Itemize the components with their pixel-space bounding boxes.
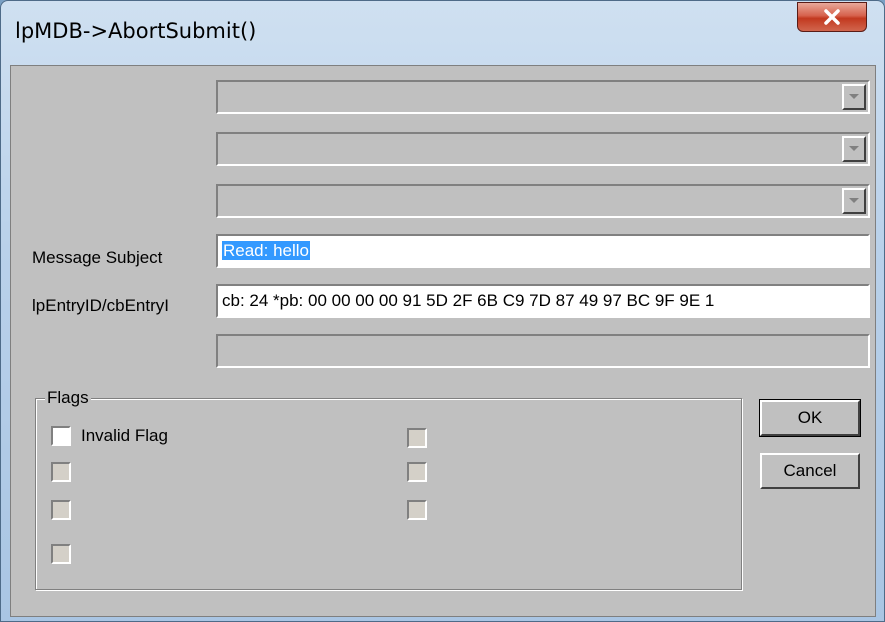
chevron-down-icon: [849, 146, 859, 151]
dropdown-arrow-button[interactable]: [842, 84, 866, 110]
entryid-field[interactable]: cb: 24 *pb: 00 00 00 00 91 5D 2F 6B C9 7…: [216, 284, 870, 318]
message-subject-field[interactable]: Read: hello: [216, 234, 870, 268]
close-icon: [824, 9, 840, 25]
dropdown-arrow-button[interactable]: [842, 188, 866, 214]
flag-checkbox-invalid[interactable]: [51, 426, 71, 446]
extra-field[interactable]: [216, 334, 870, 368]
chevron-down-icon: [849, 198, 859, 203]
dialog-window: lpMDB->AbortSubmit() Message Subject Rea…: [0, 0, 885, 622]
combo-box-2[interactable]: [216, 132, 870, 166]
close-button[interactable]: [797, 2, 867, 32]
flag-checkbox[interactable]: [407, 428, 427, 448]
window-title: lpMDB->AbortSubmit(): [15, 19, 257, 43]
entryid-label: lpEntryID/cbEntryI: [32, 296, 169, 315]
chevron-down-icon: [849, 94, 859, 99]
flag-checkbox[interactable]: [407, 500, 427, 520]
combo-box-1[interactable]: [216, 80, 870, 114]
combo-box-3[interactable]: [216, 184, 870, 218]
flag-checkbox[interactable]: [51, 500, 71, 520]
message-subject-label: Message Subject: [32, 248, 163, 267]
flags-legend: Flags: [45, 388, 91, 408]
message-subject-value: Read: hello: [222, 241, 311, 260]
flag-checkbox[interactable]: [51, 462, 71, 482]
flag-checkbox[interactable]: [407, 462, 427, 482]
cancel-button[interactable]: Cancel: [760, 453, 860, 489]
flag-checkbox[interactable]: [51, 544, 71, 564]
flag-label-invalid: Invalid Flag: [81, 426, 168, 445]
dropdown-arrow-button[interactable]: [842, 136, 866, 162]
dialog-client-area: Message Subject Read: hello lpEntryID/cb…: [10, 65, 876, 617]
ok-button[interactable]: OK: [759, 399, 861, 437]
